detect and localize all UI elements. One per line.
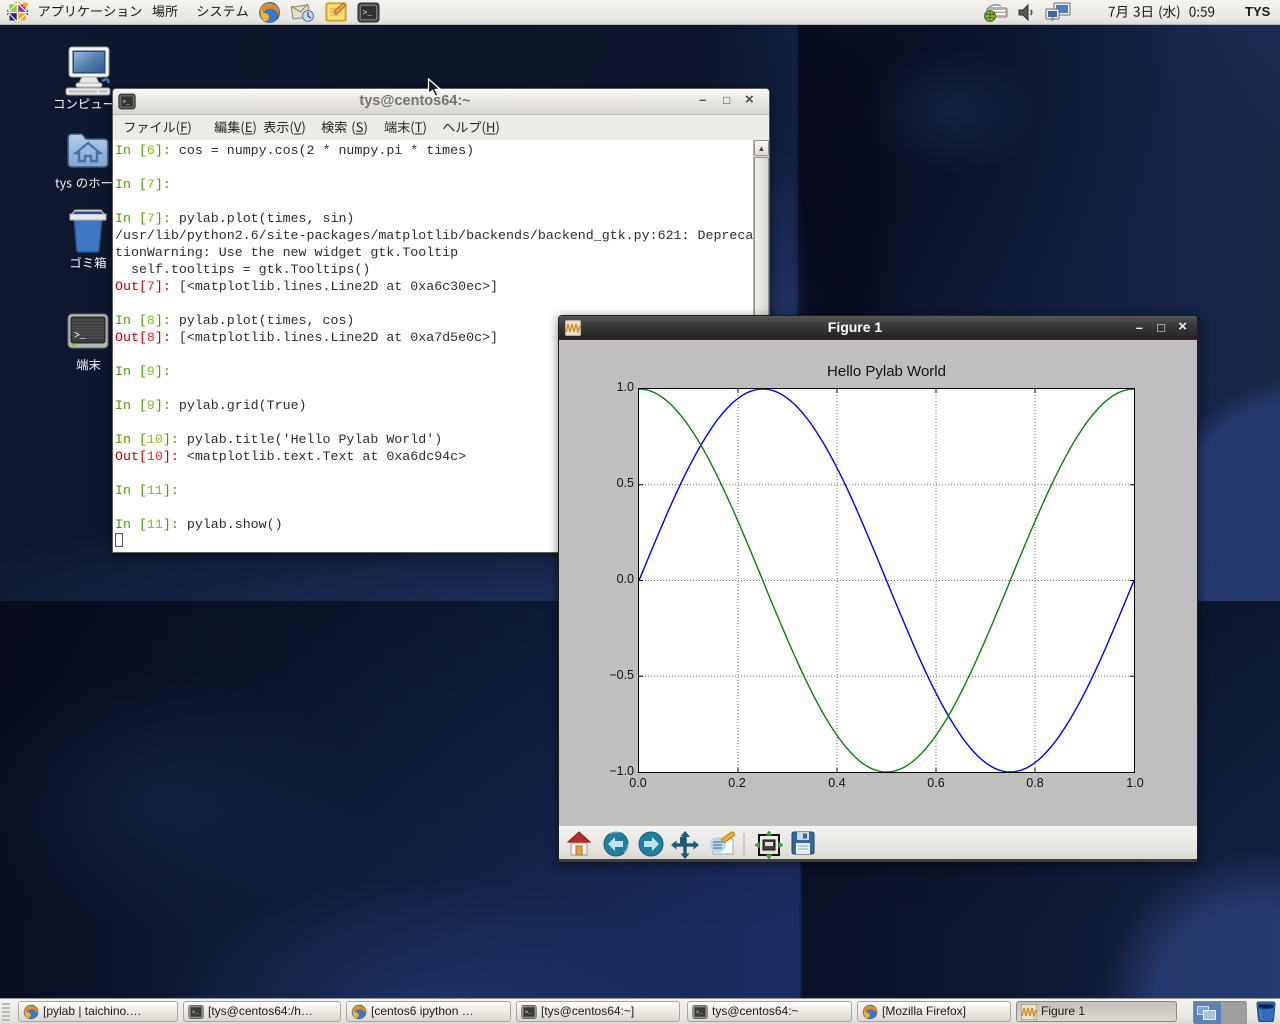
svg-text:>_: >_ [192,1009,199,1016]
svg-text:>_: >_ [74,331,87,342]
svg-text:>_: >_ [363,9,373,18]
svg-text:>_: >_ [525,1009,532,1016]
svg-text:>_: >_ [696,1009,703,1016]
svg-text:>_: >_ [122,98,130,105]
